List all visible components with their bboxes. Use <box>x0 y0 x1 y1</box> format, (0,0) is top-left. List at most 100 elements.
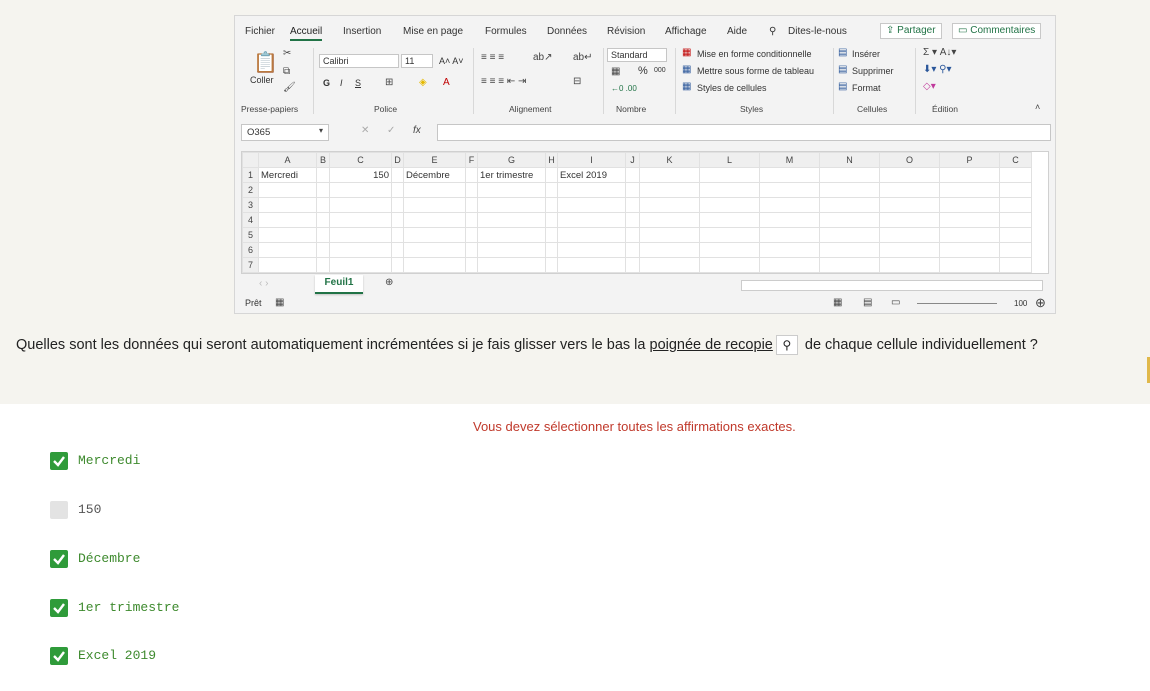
cell-c1: 150 <box>329 167 392 183</box>
option-label: 150 <box>78 502 102 517</box>
conditional-format-icon: ▦ <box>682 47 692 58</box>
formula-row: O365 ▾ ✕ ✓ fx <box>241 124 1051 142</box>
comments-button: ▭ Commentaires <box>952 23 1042 39</box>
zoom-slider <box>917 303 997 304</box>
cell <box>819 167 880 183</box>
checkbox-checked[interactable] <box>50 599 68 617</box>
select-all-corner <box>242 152 259 168</box>
clear-icon: ◇▾ <box>923 81 936 92</box>
bold-button: G <box>323 78 331 88</box>
collapse-ribbon-icon: ˄ <box>1035 102 1041 112</box>
merge-icon: ⊟ <box>573 76 582 87</box>
checkbox-unchecked[interactable] <box>50 501 68 519</box>
tell-me: Dites-le-nous <box>788 26 847 37</box>
row-header: 7 <box>242 257 259 273</box>
excel-screenshot: Fichier Accueil Insertion Mise en page F… <box>234 15 1056 314</box>
scissors-icon: ✂ <box>283 48 292 59</box>
fill-handle-link[interactable]: poignée de recopie <box>650 337 773 353</box>
share-icon: ⇪ <box>886 25 898 36</box>
sheet-tab-feuil1: Feuil1 <box>315 275 363 294</box>
row-header: 5 <box>242 227 259 243</box>
col-header: M <box>759 152 820 168</box>
option-label: Décembre <box>78 551 141 566</box>
group-cells: Cellules <box>857 104 888 114</box>
cell <box>625 167 640 183</box>
grow-font-icon: A˄ A˅ <box>439 56 464 66</box>
cell-i1: Excel 2019 <box>557 167 626 183</box>
table-format-icon: ▦ <box>682 64 692 75</box>
format-cells-icon: ▤ <box>838 81 848 92</box>
table-row: 5 <box>242 227 1032 243</box>
underline-button: S <box>355 78 362 88</box>
status-text: Prêt <box>245 298 262 308</box>
col-header: E <box>403 152 466 168</box>
checkbox-checked[interactable] <box>50 647 68 665</box>
col-header: N <box>819 152 880 168</box>
tab-fichier: Fichier <box>245 26 276 37</box>
insert-cells-icon: ▤ <box>838 47 848 58</box>
option-label: 1er trimestre <box>78 600 180 615</box>
group-styles: Styles <box>740 104 764 114</box>
tab-insertion: Insertion <box>343 26 382 37</box>
col-header: P <box>939 152 1000 168</box>
col-header: A <box>258 152 317 168</box>
cell <box>545 167 558 183</box>
share-button: ⇪ Partager <box>880 23 942 39</box>
cells-table: A B C D E F G H I J K L M N O P C 1 Merc… <box>242 152 1032 273</box>
tab-accueil: Accueil <box>290 26 323 41</box>
add-sheet-icon: ⊕ <box>385 277 394 288</box>
zoom-level: 100 <box>1014 299 1028 308</box>
table-row: 7 <box>242 257 1032 273</box>
separator <box>603 48 604 114</box>
cell <box>699 167 760 183</box>
align-left-icon: ≡ ≡ ≡ ⇤ ⇥ <box>481 76 527 87</box>
col-header: O <box>879 152 940 168</box>
macro-record-icon: ▦ <box>275 297 285 308</box>
tab-affichage: Affichage <box>665 26 707 37</box>
page-break-icon: ▭ <box>891 297 901 308</box>
tab-donnees: Données <box>547 26 588 37</box>
enter-icon: ✓ <box>387 125 396 136</box>
col-header: H <box>545 152 558 168</box>
share-label: Partager <box>897 25 936 36</box>
font-color-icon: A <box>443 77 450 88</box>
align-top-icon: ≡ ≡ ≡ <box>481 52 505 63</box>
instruction-text: Vous devez sélectionner toutes les affir… <box>473 419 796 434</box>
cell-styles-button: Styles de cellules <box>697 83 767 93</box>
question-part: Quelles sont les données qui seront auto… <box>16 336 650 353</box>
row-header: 2 <box>242 182 259 198</box>
row-header: 6 <box>242 242 259 258</box>
table-row: 4 <box>242 212 1032 228</box>
col-header: C <box>999 152 1032 168</box>
checkbox-checked[interactable] <box>50 452 68 470</box>
checkbox-checked[interactable] <box>50 550 68 568</box>
currency-icon: ▦ <box>611 66 621 77</box>
cell <box>879 167 940 183</box>
format-painter-icon: 🖌 <box>283 82 296 93</box>
normal-view-icon: ▦ <box>833 297 843 308</box>
row-header: 3 <box>242 197 259 213</box>
table-row: 3 <box>242 197 1032 213</box>
cell <box>316 167 330 183</box>
cell-styles-icon: ▦ <box>682 81 692 92</box>
col-header: G <box>477 152 546 168</box>
magnifier-icon[interactable]: ⚲ <box>775 335 798 355</box>
cell <box>391 167 404 183</box>
delete-button: Supprimer <box>852 66 894 76</box>
row-header: 1 <box>242 167 259 183</box>
zoom-icon: ⊕ <box>1035 295 1046 310</box>
horizontal-scrollbar <box>741 280 1043 291</box>
italic-button: I <box>340 78 343 88</box>
sheet-nav-icon: ‹ › <box>259 278 269 289</box>
ribbon: 📋 Coller ✂ ⧉ 🖌 Calibri 11 A˄ A˅ G I S ⊞ … <box>235 46 1055 116</box>
group-editing: Édition <box>932 104 958 114</box>
search-icon: ⚲ <box>769 26 777 37</box>
orientation-icon: ab↗ <box>533 52 553 63</box>
format-button: Format <box>852 83 881 93</box>
cell-e1: Décembre <box>403 167 466 183</box>
wrap-text-icon: ab↵ <box>573 52 593 63</box>
formula-bar <box>437 124 1051 141</box>
separator <box>833 48 834 114</box>
delete-cells-icon: ▤ <box>838 64 848 75</box>
cancel-icon: ✕ <box>361 125 370 136</box>
